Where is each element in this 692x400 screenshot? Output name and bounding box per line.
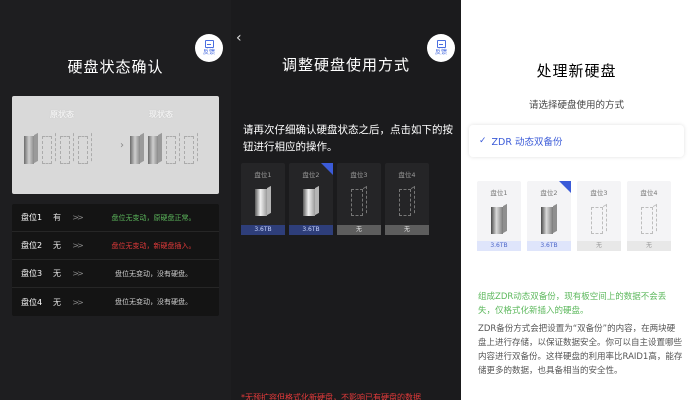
disk-slot-2[interactable]: 盘位2 3.6TB [527,181,571,251]
page-title: 硬盘状态确认 [67,58,164,76]
empty-slot-icon [351,185,367,216]
slot-label: 盘位1 [21,213,43,222]
description-text: ZDR备份方式会把设置为“双备份”的内容，在两块硬盘上进行存储，以保证数据安全。… [478,324,683,376]
has-disk-label: 有 [53,213,61,222]
disk-slot-1[interactable]: 盘位1 3.6TB [477,181,521,251]
disk-slot-2[interactable]: 盘位2 3.6TB [289,163,333,235]
slot-label: 盘位4 [21,297,43,307]
warning-text: *无预扩容但格式化新硬盘，不影响已有硬盘的数据 [241,393,421,400]
slot-name: 盘位3 [350,171,368,179]
double-arrow-icon: >> [72,269,83,278]
disk-icon [255,185,271,216]
arrow-right-icon: › [120,140,124,151]
capacity-badge: 无 [385,225,429,235]
slot-list: 盘位1 3.6TB 盘位2 3.6TB 盘位3 无 盘位4 无 [241,163,429,235]
slot-label: 盘位2 [21,241,43,250]
capacity-badge: 无 [627,241,671,251]
table-row: 盘位2 无 >> 盘位无变动，新硬盘插入。 [12,232,219,260]
has-disk-label: 无 [53,297,61,307]
disk-slot-4[interactable]: 盘位4 无 [385,163,429,235]
empty-slot-icon [591,203,607,234]
slot-name: 盘位1 [490,189,508,197]
slot-name: 盘位3 [590,189,608,197]
disk-icon [541,203,557,234]
capacity-badge: 3.6TB [289,225,333,235]
disk-icon [148,132,162,164]
status-text: 盘位无变动，原硬盘正常。 [111,213,196,222]
empty-slot-icon [399,185,415,216]
feedback-icon [436,40,446,48]
slot-name: 盘位2 [540,189,558,197]
capacity-badge: 3.6TB [241,225,285,235]
back-icon[interactable]: ‹ [236,30,242,46]
table-row: 盘位4 无 >> 盘位无变动，没有硬盘。 [12,288,219,316]
slot-name: 盘位2 [302,171,320,179]
disk-slot-3[interactable]: 盘位3 无 [337,163,381,235]
slot-label: 盘位3 [21,269,43,278]
page-title: 处理新硬盘 [536,62,617,80]
capacity-badge: 3.6TB [477,241,521,251]
disk-slot-3[interactable]: 盘位3 无 [577,181,621,251]
status-text: 盘位无变动，新硬盘插入。 [111,241,196,250]
original-state-label: 原状态 [50,110,74,119]
table-row: 盘位3 无 >> 盘位无变动，没有硬盘。 [12,260,219,288]
empty-slot-icon [78,132,92,164]
has-disk-label: 无 [53,241,61,250]
status-text: 盘位无变动，没有硬盘。 [115,298,192,306]
result-note: 组成ZDR动态双备份，现有板空间上的数据不会丢失，仅格式化新插入的硬盘。 [478,292,667,316]
empty-slot-icon [641,203,657,234]
slot-name: 盘位1 [254,171,272,179]
current-state-label: 现状态 [149,110,173,119]
disk-icon [491,203,507,234]
disk-icon [303,185,319,216]
empty-slot-icon [60,132,74,164]
double-arrow-icon: >> [72,297,83,307]
page-title: 调整硬盘使用方式 [281,56,410,74]
disk-icon [130,132,144,164]
disk-status-panel: 反馈 硬盘状态确认 原状态 现状态 › 盘位1 有 >> 盘位无变动，原硬盘正常… [0,0,231,400]
new-disk-corner-icon [559,181,571,193]
page-subtitle: 请选择硬盘使用的方式 [528,100,624,111]
feedback-label: 反馈 [202,49,215,56]
empty-slot-icon [42,132,56,164]
double-arrow-icon: >> [72,241,83,250]
instruction-text: 请再次仔细确认硬盘状态之后，点击如下的按钮进行相应的操作。 [243,124,453,153]
status-table: 盘位1 有 >> 盘位无变动，原硬盘正常。 盘位2 无 >> 盘位无变动，新硬盘… [12,204,219,316]
slot-name: 盘位4 [640,189,658,197]
option-label: ZDR 动态双备份 [491,137,563,148]
status-diagram: 原状态 现状态 › [12,96,219,194]
has-disk-label: 无 [53,269,61,278]
table-row: 盘位1 有 >> 盘位无变动，原硬盘正常。 [12,204,219,232]
empty-slot-icon [184,132,198,164]
option-zdr-dual-backup[interactable]: ✓ ZDR 动态双备份 [469,125,684,157]
adjust-usage-panel: 反馈 调整硬盘使用方式 请再次仔细确认硬盘状态之后，点击如下的按钮进行相应的操作… [231,0,461,400]
capacity-badge: 3.6TB [527,241,571,251]
disk-icon [24,132,38,164]
feedback-icon [204,40,214,48]
disk-slot-1[interactable]: 盘位1 3.6TB [241,163,285,235]
check-icon: ✓ [479,136,487,146]
empty-slot-icon [166,132,180,164]
status-text: 盘位无变动，没有硬盘。 [115,269,192,278]
new-disk-corner-icon [321,163,333,175]
slot-list: 盘位1 3.6TB 盘位2 3.6TB 盘位3 无 盘位4 无 [477,181,671,251]
capacity-badge: 无 [337,225,381,235]
capacity-badge: 无 [577,241,621,251]
double-arrow-icon: >> [72,213,83,222]
disk-slot-4[interactable]: 盘位4 无 [627,181,671,251]
new-disk-panel: 处理新硬盘 请选择硬盘使用的方式 ✓ ZDR 动态双备份 盘位1 3.6TB 盘… [461,0,692,400]
slot-name: 盘位4 [398,171,416,179]
